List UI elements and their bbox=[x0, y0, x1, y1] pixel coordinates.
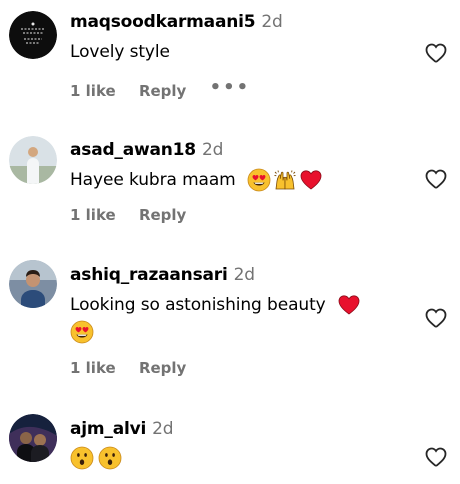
astonished-emoji-icon bbox=[98, 446, 122, 470]
comment-text: Looking so astonishing beauty bbox=[70, 293, 361, 317]
raised-hands-emoji-icon bbox=[273, 168, 297, 192]
red-heart-emoji-icon bbox=[337, 293, 361, 317]
like-heart-icon[interactable] bbox=[424, 167, 448, 191]
reply-button[interactable]: Reply bbox=[139, 359, 186, 377]
comment-username[interactable]: ajm_alvi 2d bbox=[70, 419, 174, 439]
comment-text: Lovely style bbox=[70, 42, 170, 62]
comment-username[interactable]: ashiq_razaansari 2d bbox=[70, 265, 255, 285]
comment-text: Hayee kubra maam bbox=[70, 168, 323, 192]
like-count[interactable]: 1 like bbox=[70, 206, 116, 224]
avatar[interactable] bbox=[9, 414, 57, 462]
avatar[interactable] bbox=[9, 136, 57, 184]
reply-button[interactable]: Reply bbox=[139, 206, 186, 224]
reply-button[interactable]: Reply bbox=[139, 82, 186, 100]
avatar[interactable] bbox=[9, 260, 57, 308]
heart-eyes-emoji-icon bbox=[70, 320, 94, 344]
red-heart-emoji-icon bbox=[299, 168, 323, 192]
more-options-icon[interactable]: ••• bbox=[210, 77, 251, 98]
comment-username[interactable]: maqsoodkarmaani5 2d bbox=[70, 12, 283, 32]
like-heart-icon[interactable] bbox=[424, 41, 448, 65]
comment-time: 2d bbox=[201, 140, 224, 160]
comment-meta: 1 like Reply ••• bbox=[70, 77, 268, 101]
comment-username[interactable]: asad_awan18 2d bbox=[70, 140, 223, 160]
like-count[interactable]: 1 like bbox=[70, 82, 116, 100]
comment-meta: 1 like Reply bbox=[70, 359, 204, 377]
comment-time: 2d bbox=[261, 12, 283, 32]
comment-time: 2d bbox=[152, 419, 174, 439]
like-heart-icon[interactable] bbox=[424, 445, 448, 469]
comment-time: 2d bbox=[233, 265, 255, 285]
astonished-emoji-icon bbox=[70, 446, 94, 470]
comment-meta: 1 like Reply bbox=[70, 206, 204, 224]
heart-eyes-emoji-icon bbox=[247, 168, 271, 192]
like-heart-icon[interactable] bbox=[424, 306, 448, 330]
comment-text bbox=[70, 446, 122, 470]
avatar[interactable] bbox=[9, 11, 57, 59]
like-count[interactable]: 1 like bbox=[70, 359, 116, 377]
